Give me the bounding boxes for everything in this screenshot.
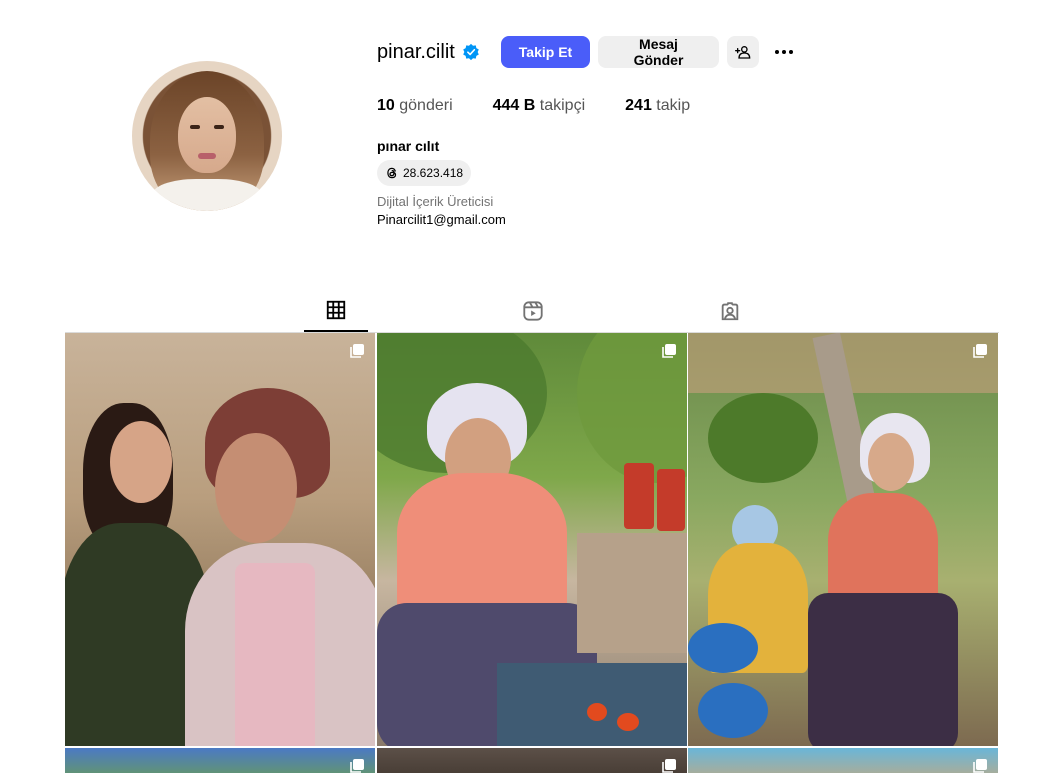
posts-count: 10	[377, 97, 395, 114]
follow-button[interactable]: Takip Et	[501, 36, 590, 68]
multiple-images-icon	[662, 759, 676, 773]
following-label: takip	[656, 97, 691, 114]
username: pinar.cilit	[377, 40, 455, 63]
more-horizontal-icon	[775, 50, 793, 54]
threads-count: 28.623.418	[403, 166, 464, 180]
post-thumbnail[interactable]	[65, 333, 375, 746]
verified-badge-icon	[463, 43, 479, 61]
followers-count: 444 B	[492, 97, 536, 114]
profile-email[interactable]: Pinarcilit1@gmail.com	[377, 212, 506, 227]
post-thumbnail[interactable]	[377, 333, 687, 746]
multiple-images-icon	[662, 344, 676, 358]
threads-badge[interactable]: 28.623.418	[377, 160, 472, 186]
tab-tagged[interactable]	[698, 290, 762, 332]
tab-reels[interactable]	[501, 290, 565, 332]
suggest-accounts-button[interactable]	[727, 36, 759, 68]
post-thumbnail[interactable]	[688, 333, 998, 746]
profile-stats: 10 gönderi 444 B takipçi 241 takip	[377, 97, 730, 117]
followers-label: takipçi	[539, 97, 586, 114]
grid-icon	[326, 300, 346, 320]
multiple-images-icon	[973, 759, 987, 773]
posts-label: gönderi	[399, 97, 453, 114]
posts-stat: 10 gönderi	[377, 97, 453, 117]
profile-avatar[interactable]	[132, 61, 282, 211]
following-count: 241	[625, 97, 652, 114]
post-thumbnail[interactable]	[688, 748, 998, 773]
username-row: pinar.cilit	[377, 36, 480, 68]
message-button[interactable]: Mesaj Gönder	[598, 36, 719, 68]
post-thumbnail[interactable]	[377, 748, 687, 773]
post-thumbnail[interactable]	[65, 748, 375, 773]
threads-icon	[387, 167, 397, 179]
more-options-button[interactable]	[768, 36, 800, 68]
multiple-images-icon	[973, 344, 987, 358]
reels-icon	[523, 301, 543, 321]
full-name: pınar cılıt	[377, 138, 440, 154]
following-stat[interactable]: 241 takip	[625, 97, 690, 117]
tab-posts[interactable]	[304, 290, 368, 332]
followers-stat[interactable]: 444 B takipçi	[493, 97, 586, 117]
profile-category: Dijital İçerik Üreticisi	[377, 194, 494, 209]
profile-page: pinar.cilit Takip Et Mesaj Gönder 10 gön…	[0, 0, 1056, 773]
multiple-images-icon	[350, 759, 364, 773]
profile-tabs	[65, 290, 999, 332]
person-plus-icon	[735, 46, 751, 59]
tagged-icon	[721, 302, 739, 321]
multiple-images-icon	[350, 344, 364, 358]
